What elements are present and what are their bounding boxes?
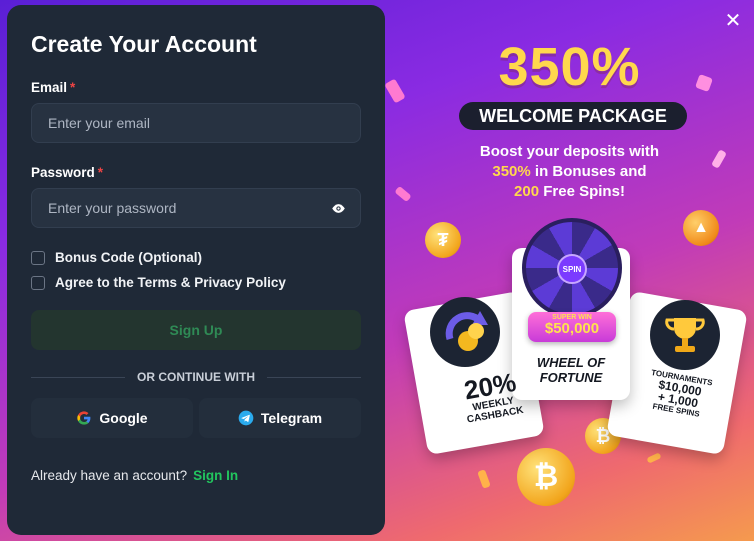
trophy-icon — [650, 300, 720, 370]
signin-footer: Already have an account? Sign In — [31, 468, 361, 483]
tether-coin-icon: ₮ — [425, 222, 461, 258]
coin-icon: ▲ — [683, 210, 719, 246]
password-field-wrapper — [31, 188, 361, 228]
confetti-decoration — [646, 452, 662, 464]
email-field[interactable] — [46, 114, 346, 132]
bonus-code-checkbox[interactable] — [31, 250, 45, 265]
confetti-decoration — [477, 469, 491, 489]
promo-banner: 350% WELCOME PACKAGE Boost your deposits… — [384, 0, 754, 541]
telegram-icon — [238, 410, 254, 426]
bitcoin-coin-icon: ₿ — [517, 448, 575, 506]
divider-label: OR CONTINUE WITH — [137, 370, 255, 384]
form-title: Create Your Account — [31, 31, 257, 57]
footer-text: Already have an account? — [31, 468, 188, 483]
required-mark: * — [97, 165, 104, 180]
required-mark: * — [70, 80, 76, 95]
cashback-icon — [430, 297, 500, 367]
terms-row[interactable]: Agree to the Terms & Privacy Policy — [31, 275, 361, 290]
telegram-button[interactable]: Telegram — [199, 398, 361, 438]
google-label: Google — [99, 410, 148, 426]
email-field-wrapper — [31, 103, 361, 143]
eye-icon[interactable] — [330, 200, 346, 216]
bonus-code-row[interactable]: Bonus Code (Optional) — [31, 250, 361, 265]
welcome-package-pill: WELCOME PACKAGE — [459, 102, 687, 130]
signup-form-panel: Create Your Account Email* Password* Bon… — [7, 5, 385, 535]
email-label: Email * — [31, 80, 76, 95]
terms-label: Agree to the Terms & Privacy Policy — [55, 275, 286, 290]
password-label: Password * — [31, 165, 104, 180]
promo-subtext: Boost your deposits with 350% in Bonuses… — [479, 143, 660, 200]
google-icon — [76, 410, 92, 426]
password-field[interactable] — [46, 199, 330, 217]
telegram-label: Telegram — [260, 410, 323, 426]
wheel-spin-hub: SPIN — [557, 254, 587, 284]
signup-button[interactable]: Sign Up — [31, 310, 361, 350]
terms-checkbox[interactable] — [31, 275, 45, 290]
superwin-badge: SUPER WIN $50,000 — [528, 312, 616, 342]
wheel-title: WHEEL OF FORTUNE — [536, 355, 606, 385]
signin-link[interactable]: Sign In — [193, 468, 238, 483]
promo-headline: 350% — [498, 37, 641, 97]
google-button[interactable]: Google — [31, 398, 193, 438]
bonus-code-label: Bonus Code (Optional) — [55, 250, 202, 265]
divider: OR CONTINUE WITH — [31, 370, 361, 384]
